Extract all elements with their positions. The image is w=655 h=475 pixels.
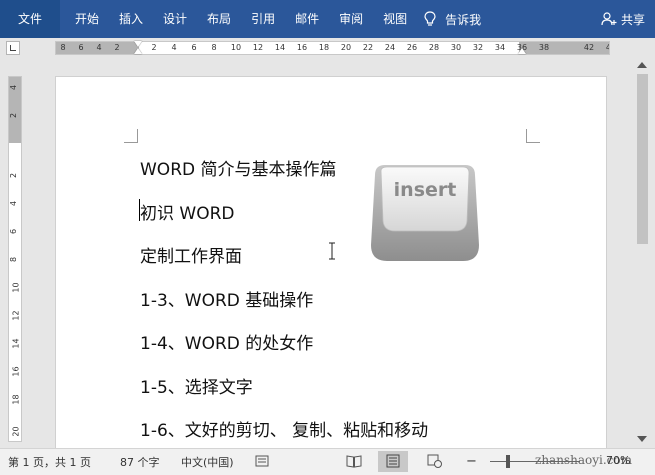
horizontal-ruler[interactable]: 8 6 4 2 2 4 6 8 10 12 14 16 18 20 22 24 26 28 30 32 34 36 38 42… xyxy=(55,41,610,55)
scrollbar-thumb[interactable] xyxy=(637,74,648,244)
top-right-margin-mark xyxy=(526,129,540,143)
tab-mailings[interactable]: 邮件 xyxy=(285,0,329,38)
status-bar: 第 1 页，共 1 页 87 个字 中文(中国) − zhanshaoyi.co… xyxy=(0,448,655,475)
ruler-tick-label: 2 xyxy=(151,43,157,52)
ruler-tick-label: 22 xyxy=(362,43,374,52)
vruler-tick-label: 2 xyxy=(9,112,19,119)
doc-line-3[interactable]: 定制工作界面 xyxy=(140,242,242,267)
person-add-icon xyxy=(601,12,617,26)
text-cursor xyxy=(139,199,140,221)
doc-line-7[interactable]: 1-6、文好的剪切、 复制、粘贴和移动 xyxy=(140,416,428,441)
vruler-tick-label: 10 xyxy=(11,282,21,293)
scroll-up-arrow-icon[interactable] xyxy=(637,62,647,68)
doc-line-5[interactable]: 1-4、WORD 的处女作 xyxy=(140,329,313,354)
vruler-tick-label: 8 xyxy=(9,256,19,263)
ruler-tick-label: 18 xyxy=(318,43,330,52)
vruler-tick-label: 18 xyxy=(11,394,21,405)
tab-home[interactable]: 开始 xyxy=(65,0,109,38)
ruler-tick-label: 8 xyxy=(60,43,66,52)
vruler-tick-label: 4 xyxy=(9,84,19,91)
share-button[interactable]: 共享 xyxy=(601,11,645,28)
ruler-tick-label: 28 xyxy=(428,43,440,52)
zoom-level[interactable]: 70% xyxy=(606,454,630,467)
tab-stop-selector[interactable] xyxy=(6,41,20,55)
share-label: 共享 xyxy=(620,12,645,27)
web-layout-icon[interactable] xyxy=(427,454,443,468)
vertical-ruler-ticks: 4 2 2 4 6 8 10 12 14 16 18 20 xyxy=(9,77,21,441)
vruler-tick-label: 2 xyxy=(9,172,19,179)
ruler-tick-label: 4 xyxy=(96,43,102,52)
tab-layout[interactable]: 布局 xyxy=(197,0,241,38)
vruler-tick-label: 16 xyxy=(11,366,21,377)
ruler-tick-label: 38 xyxy=(538,43,550,52)
ribbon-tab-bar: 文件 开始 插入 设计 布局 引用 邮件 审阅 视图 告诉我 共享 xyxy=(0,0,655,38)
ruler-tick-label: 20 xyxy=(340,43,352,52)
ruler-tick-label: 12 xyxy=(252,43,264,52)
print-layout-icon[interactable] xyxy=(386,454,400,468)
ibeam-cursor-icon xyxy=(329,242,335,260)
tab-insert[interactable]: 插入 xyxy=(109,0,153,38)
language-indicator[interactable]: 中文(中国) xyxy=(181,454,234,470)
ruler-tick-label: 8 xyxy=(211,43,217,52)
tell-me-box[interactable]: 告诉我 xyxy=(423,11,481,28)
read-mode-icon[interactable] xyxy=(346,454,362,468)
tell-me-label: 告诉我 xyxy=(445,12,482,27)
doc-line-title[interactable]: WORD 简介与基本操作篇 xyxy=(140,155,337,180)
doc-line-4[interactable]: 1-3、WORD 基础操作 xyxy=(140,286,313,311)
vertical-ruler[interactable]: 4 2 2 4 6 8 10 12 14 16 18 20 xyxy=(8,76,22,442)
zoom-out-button[interactable]: − xyxy=(466,454,477,469)
tab-view[interactable]: 视图 xyxy=(373,0,417,38)
macro-record-icon[interactable] xyxy=(255,454,269,468)
vruler-tick-label: 12 xyxy=(11,310,21,321)
hanging-indent-marker[interactable] xyxy=(134,48,142,54)
scroll-down-arrow-icon[interactable] xyxy=(637,436,647,442)
vruler-tick-label: 6 xyxy=(9,228,19,235)
tab-file[interactable]: 文件 xyxy=(0,0,60,38)
ruler-tick-label: 42 xyxy=(583,43,595,52)
ruler-tick-label: 14 xyxy=(274,43,286,52)
tab-references[interactable]: 引用 xyxy=(241,0,285,38)
tab-review[interactable]: 审阅 xyxy=(329,0,373,38)
top-left-margin-mark xyxy=(124,129,138,143)
zoom-slider-knob[interactable] xyxy=(506,455,510,468)
ruler-tick-label: 6 xyxy=(191,43,197,52)
ruler-tick-label: 34 xyxy=(494,43,506,52)
vruler-tick-label: 14 xyxy=(11,338,21,349)
ruler-tick-label: 24 xyxy=(384,43,396,52)
ruler-tick-label: 4 xyxy=(171,43,177,52)
lightbulb-icon xyxy=(424,11,436,26)
insert-key-label: insert xyxy=(394,179,457,201)
first-line-indent-marker[interactable] xyxy=(134,41,142,47)
vruler-tick-label: 4 xyxy=(9,200,19,207)
tab-design[interactable]: 设计 xyxy=(153,0,197,38)
ruler-tick-label: 6 xyxy=(78,43,84,52)
ruler-tick-label: 30 xyxy=(450,43,462,52)
horizontal-ruler-row: 8 6 4 2 2 4 6 8 10 12 14 16 18 20 22 24 26 28 30 32 34 36 38 42… xyxy=(0,38,655,58)
ruler-tick-label: 32 xyxy=(472,43,484,52)
word-count[interactable]: 87 个字 xyxy=(120,454,160,470)
ruler-tick-label: 16 xyxy=(296,43,308,52)
right-indent-marker[interactable] xyxy=(518,48,526,54)
ruler-tick-label: 10 xyxy=(230,43,242,52)
vertical-scrollbar[interactable] xyxy=(634,58,651,448)
doc-line-6[interactable]: 1-5、选择文字 xyxy=(140,373,253,398)
vruler-tick-label: 20 xyxy=(11,426,21,437)
ruler-tick-label: 44 xyxy=(605,43,609,52)
document-page[interactable]: WORD 简介与基本操作篇 初识 WORD 定制工作界面 1-3、WORD 基础… xyxy=(55,76,607,448)
doc-line-2[interactable]: 初识 WORD xyxy=(140,199,235,224)
ruler-tick-label: 2 xyxy=(114,43,120,52)
insert-key-icon: insert xyxy=(371,165,479,261)
ruler-tick-label: 26 xyxy=(406,43,418,52)
page-count[interactable]: 第 1 页，共 1 页 xyxy=(8,454,91,470)
